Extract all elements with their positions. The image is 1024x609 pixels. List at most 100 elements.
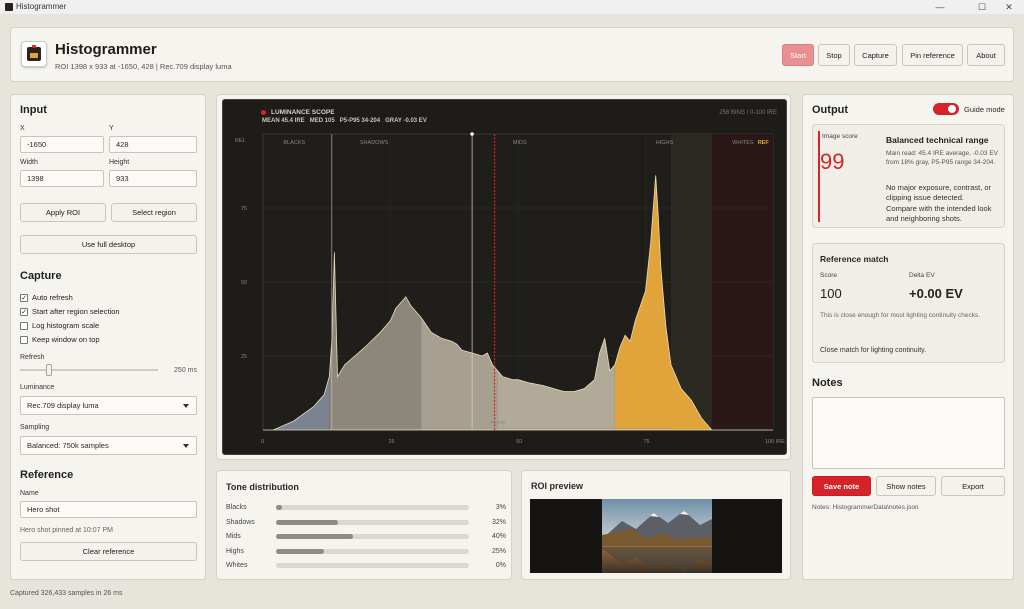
- close-icon[interactable]: ✕: [994, 0, 1024, 14]
- export-button[interactable]: Export: [941, 476, 1005, 496]
- reference-name-label: Name: [20, 490, 39, 497]
- notes-textarea[interactable]: [812, 397, 1005, 469]
- tone-percent: 32%: [491, 518, 506, 526]
- status-bar: Captured 326,433 samples in 26 ms: [10, 590, 123, 597]
- landscape-thumbnail: [602, 499, 712, 573]
- height-label: Height: [109, 159, 130, 166]
- capture-button[interactable]: Capture: [854, 44, 897, 66]
- tone-row-highs: Highs 25%: [226, 546, 506, 560]
- zone-label-highs: HIGHS: [656, 140, 674, 146]
- scope-mean: MEAN 45.4 IRE: [262, 118, 305, 124]
- score-label: Image score: [822, 133, 858, 140]
- tone-name: Blacks: [226, 504, 247, 511]
- x-tick-label: 0: [261, 439, 264, 445]
- reference-pinned-text: Hero shot pinned at 10:07 PM: [20, 527, 114, 534]
- auto-refresh-label: Auto refresh: [32, 293, 73, 302]
- height-field[interactable]: 933: [109, 170, 197, 187]
- y-label: Y: [109, 125, 114, 132]
- header-panel: Histogrammer ROI 1398 x 933 at -1650, 42…: [10, 27, 1014, 82]
- pin-reference-button[interactable]: Pin reference: [902, 44, 963, 66]
- ref-desc: This is close enough for most lighting c…: [820, 312, 981, 319]
- p5-p95-marker-label: P5-P95: [491, 420, 507, 425]
- width-field[interactable]: 1398: [20, 170, 104, 187]
- verdict-note-2: Compare with the intended look and neigh…: [886, 204, 992, 223]
- y-field[interactable]: 428: [109, 136, 197, 153]
- tone-title: Tone distribution: [226, 482, 299, 492]
- tone-bar-fill: [276, 534, 354, 539]
- guide-mode-toggle[interactable]: [933, 103, 959, 115]
- right-panel: Output Guide mode Image score 99 Balance…: [802, 94, 1014, 580]
- guide-mode-label: Guide mode: [964, 105, 1005, 114]
- minimize-icon[interactable]: —: [925, 0, 955, 14]
- tone-row-shadows: Shadows 32%: [226, 517, 506, 531]
- app-icon: [5, 3, 13, 11]
- select-region-button[interactable]: Select region: [111, 203, 197, 222]
- window-titlebar: Histogrammer — ☐ ✕: [0, 0, 1024, 14]
- x-label: X: [20, 125, 25, 132]
- x-tick-label: 75: [644, 439, 650, 445]
- x-tick-label: 25: [389, 439, 395, 445]
- scope-p5p95: P5-P95 34-204: [339, 118, 381, 124]
- ref-score-label: Score: [820, 272, 837, 279]
- tone-percent: 3%: [495, 504, 506, 511]
- zone-label-mids: MIDS: [513, 140, 527, 146]
- x-field[interactable]: -1650: [20, 136, 104, 153]
- refresh-slider[interactable]: [20, 364, 158, 376]
- x-tick-label: 50: [516, 439, 522, 445]
- tone-panel: Tone distribution Blacks 3% Shadows 32% Mi…: [216, 470, 512, 580]
- about-button[interactable]: About: [967, 44, 1005, 66]
- clear-reference-button[interactable]: Clear reference: [20, 542, 197, 561]
- y-tick-label: 75: [241, 206, 247, 212]
- tone-name: Highs: [226, 547, 244, 555]
- start-after-label: Start after region selection: [32, 307, 120, 316]
- app-logo: [21, 41, 47, 67]
- score-accent-bar: [818, 131, 820, 222]
- tone-bar-track: [276, 534, 469, 539]
- log-scale-checkbox[interactable]: Log histogram scale: [20, 321, 99, 330]
- scope-rel-label: REL: [235, 138, 246, 144]
- sampling-select[interactable]: Balanced: 750k samples: [20, 436, 197, 455]
- start-button[interactable]: Start: [782, 44, 814, 66]
- tone-percent: 25%: [491, 547, 506, 555]
- show-notes-button[interactable]: Show notes: [876, 476, 936, 496]
- zone-label-shadows: SHADOWS: [360, 140, 389, 146]
- window-title: Histogrammer: [16, 2, 67, 11]
- ref-close-text: Close match for lighting continuity.: [820, 347, 927, 354]
- sampling-label: Sampling: [20, 424, 50, 431]
- tone-percent: 0%: [495, 562, 506, 569]
- notes-path: Notes: HistogrammerData\notes.json: [812, 504, 919, 511]
- refresh-slider-thumb[interactable]: [46, 364, 53, 376]
- apply-roi-button[interactable]: Apply ROI: [20, 203, 106, 222]
- main-read: Main read: 45.4 IRE average, -0.03 EV fr…: [886, 150, 999, 166]
- keep-top-label: Keep window on top: [32, 335, 100, 344]
- tone-bar-track: [276, 519, 469, 525]
- verdict-title: Balanced technical range: [886, 135, 989, 145]
- chevron-down-icon: [183, 443, 189, 448]
- tone-bar-track: [276, 548, 469, 554]
- auto-refresh-checkbox[interactable]: ✓ Auto refresh: [20, 293, 73, 302]
- tone-bar-track: [276, 563, 469, 568]
- keep-top-checkbox[interactable]: Keep window on top: [20, 335, 100, 344]
- notes-title: Notes: [812, 377, 843, 389]
- ref-delta-ev: +0.00 EV: [909, 286, 963, 301]
- chevron-down-icon: [183, 403, 189, 408]
- stop-button[interactable]: Stop: [818, 44, 850, 66]
- ref-badge: REF: [758, 140, 770, 146]
- luminance-scope: BLACKS SHADOWS MIDS HIGHS WHITES REF P5-P95 75 5…: [222, 99, 787, 455]
- width-label: Width: [20, 159, 38, 166]
- refresh-label: Refresh: [20, 354, 45, 361]
- reference-name-field[interactable]: Hero shot: [20, 501, 197, 518]
- scope-gray: GRAY -0.03 EV: [385, 118, 427, 124]
- scope-bins: 256 BINS / 0-100 IRE: [719, 110, 777, 116]
- reference-title: Reference: [20, 469, 74, 481]
- use-full-desktop-button[interactable]: Use full desktop: [20, 235, 197, 254]
- app-title: Histogrammer: [55, 41, 157, 58]
- luminance-select[interactable]: Rec.709 display luma: [20, 396, 197, 415]
- luminance-label: Luminance: [20, 384, 55, 391]
- save-note-button[interactable]: Save note: [812, 476, 871, 496]
- tone-name: Mids: [226, 533, 241, 540]
- start-after-checkbox[interactable]: ✓ Start after region selection: [20, 307, 120, 316]
- maximize-icon[interactable]: ☐: [967, 0, 997, 14]
- tone-percent: 40%: [491, 533, 506, 540]
- reference-match-title: Reference match: [820, 254, 889, 264]
